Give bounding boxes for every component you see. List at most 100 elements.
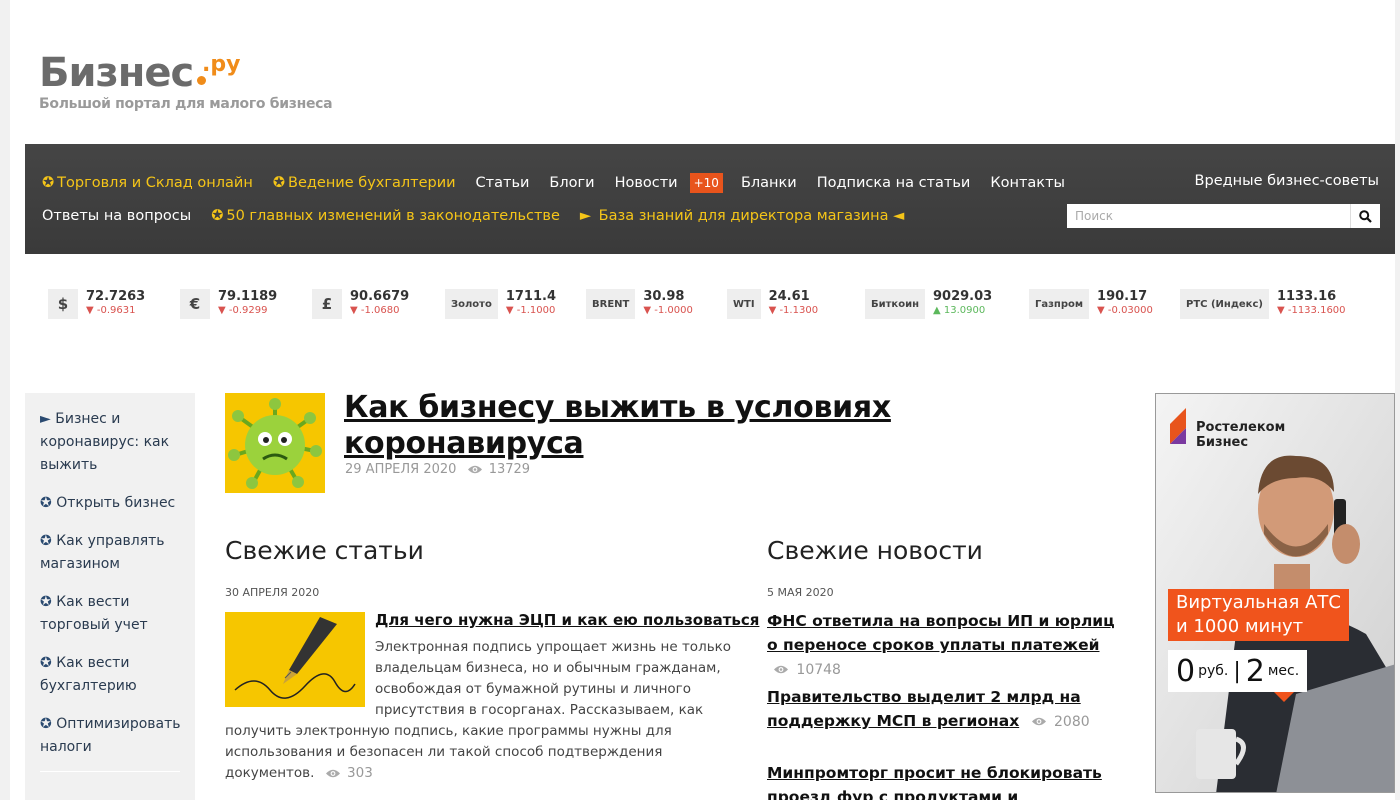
featured-article-title[interactable]: Как бизнесу выжить в условиях коронавиру…	[344, 390, 904, 462]
page: Бизнес .ру Большой портал для малого биз…	[0, 0, 1400, 800]
logo-dot	[197, 76, 207, 85]
arrow-down-icon: ▼	[505, 305, 517, 316]
news-views: 10748	[796, 662, 841, 678]
featured-views: 13729	[488, 462, 531, 477]
ticker-symbol: РТС (Индекс)	[1180, 289, 1269, 319]
arrow-right-icon: ►	[40, 411, 51, 427]
sidebar-item-taxes[interactable]: ✪ Оптимизировать налоги	[40, 713, 195, 759]
featured-article-meta: 29 АПРЕЛЯ 2020 13729	[345, 462, 530, 477]
sidebar: ► Бизнес и коронавирус: как выжить ✪ Отк…	[25, 393, 195, 800]
nav-item-knowledge-base[interactable]: ► База знаний для директора магазина ◄	[580, 208, 904, 224]
nav-item-bad-advice[interactable]: Вредные бизнес-советы	[1195, 173, 1379, 189]
ad-banner[interactable]: Ростелеком Бизнес Виртуальная АТС и 1000…	[1155, 393, 1395, 793]
ticker-change: 13.0900	[943, 305, 986, 316]
main-navigation: ✪ Торговля и Склад онлайн ✪ Ведение бухгал…	[25, 144, 1395, 254]
star-icon: ✪	[42, 175, 55, 191]
virus-illustration	[225, 393, 325, 493]
nav-item-subscribe[interactable]: Подписка на статьи	[817, 175, 971, 191]
ticker-symbol: Биткоин	[865, 289, 925, 319]
nav-item-blogs[interactable]: Блоги	[549, 175, 594, 191]
ticker-value: 30.98	[643, 289, 685, 304]
ticker-value: 90.6679	[350, 289, 410, 304]
star-icon: ✪	[40, 716, 52, 732]
ticker-change: -0.03000	[1107, 305, 1153, 316]
arrow-down-icon: ▼	[350, 305, 361, 316]
star-icon: ✪	[40, 533, 52, 549]
nav-item-accounting[interactable]: ✪ Ведение бухгалтерии	[273, 175, 456, 191]
site-logo[interactable]: Бизнес .ру Большой портал для малого биз…	[39, 50, 333, 112]
ticker-change: -1133.1600	[1287, 305, 1346, 316]
nav-item-answers[interactable]: Ответы на вопросы	[42, 208, 191, 224]
news-count-badge: +10	[689, 173, 723, 193]
ticker-item-eur: € 79.1189 ▼ -0.9299	[180, 289, 277, 319]
arrow-down-icon: ▼	[1276, 305, 1288, 316]
ticker-value: 1133.16	[1276, 289, 1337, 304]
featured-image[interactable]	[225, 393, 325, 493]
ticker-value: 72.7263	[86, 289, 146, 304]
news-item: ФНС ответила на вопросы ИП и юрлиц о пер…	[767, 609, 1127, 682]
search-icon	[1359, 209, 1372, 223]
nav-row-secondary: Ответы на вопросы ✪ 50 главных изменений …	[42, 208, 924, 224]
news-item: Минпромторг просит не блокировать проезд…	[767, 761, 1127, 800]
news-date: 5 МАЯ 2020	[767, 586, 834, 599]
ticker-symbol: Золото	[445, 289, 498, 319]
ticker-value: 9029.03	[933, 289, 993, 304]
market-ticker: $ 72.7263 ▼ -0.9631 € 79.1189 ▼ -0.9299 £ …	[48, 289, 1348, 321]
arrow-down-icon: ▼	[643, 305, 655, 316]
eye-icon	[325, 769, 340, 777]
nav-item-news[interactable]: Новости	[615, 175, 678, 191]
news-link[interactable]: Минпромторг просит не блокировать проезд…	[767, 764, 1102, 800]
articles-date: 30 АПРЕЛЯ 2020	[225, 586, 320, 599]
ticker-item-gbp: £ 90.6679 ▼ -1.0680	[312, 289, 409, 319]
ticker-change: -1.1000	[516, 305, 556, 316]
ticker-item-brent: BRENT 30.98 ▼ -1.0000	[586, 289, 693, 319]
search-button[interactable]	[1350, 204, 1380, 228]
logo-tagline: Большой портал для малого бизнеса	[39, 96, 333, 112]
ad-brand-line2: Бизнес	[1196, 435, 1249, 450]
arrow-right-icon: ►	[579, 208, 592, 224]
ticker-value: 79.1189	[218, 289, 278, 304]
ticker-symbol: BRENT	[586, 289, 636, 319]
ad-period-big: 2	[1245, 653, 1265, 689]
ad-headline-line2: и 1000 минут	[1176, 616, 1304, 637]
ticker-change: -1.0680	[360, 305, 400, 316]
ticker-item-usd: $ 72.7263 ▼ -0.9631	[48, 289, 145, 319]
ticker-change: -1.1300	[779, 305, 819, 316]
arrow-down-icon: ▼	[768, 305, 780, 316]
ticker-symbol: Газпром	[1029, 289, 1090, 319]
news-views: 2080	[1054, 714, 1090, 730]
sidebar-item-manage-store[interactable]: ✪ Как управлять магазином	[40, 530, 195, 576]
nav-item-forms[interactable]: Бланки	[741, 175, 797, 191]
arrow-left-icon: ◄	[893, 208, 905, 224]
ticker-item-rts: РТС (Индекс) 1133.16 ▼ -1133.1600	[1180, 289, 1346, 319]
sidebar-item-trade-accounting[interactable]: ✪ Как вести торговый учет	[40, 591, 195, 637]
ticker-value: 190.17	[1097, 289, 1148, 304]
nav-item-articles[interactable]: Статьи	[476, 175, 530, 191]
ticker-item-wti: WTI 24.61 ▼ -1.1300	[727, 289, 818, 319]
scrollbar[interactable]	[1395, 0, 1400, 800]
ticker-change: -0.9299	[228, 305, 268, 316]
ticker-symbol: €	[180, 289, 210, 319]
sidebar-item-open-business[interactable]: ✪ Открыть бизнес	[40, 492, 195, 515]
nav-item-law-changes[interactable]: ✪ 50 главных изменений в законодательстве	[211, 208, 560, 224]
eye-icon	[467, 465, 482, 474]
nav-item-contacts[interactable]: Контакты	[990, 175, 1065, 191]
ticker-symbol: £	[312, 289, 342, 319]
news-heading: Свежие новости	[767, 536, 983, 565]
article-title[interactable]: Для чего нужна ЭЦП и как ею пользоваться	[375, 611, 759, 629]
ticker-item-gazprom: Газпром 190.17 ▼ -0.03000	[1029, 289, 1153, 319]
search-bar	[1067, 204, 1380, 228]
news-item: Правительство выделит 2 млрд на поддержк…	[767, 685, 1127, 734]
search-input[interactable]	[1067, 204, 1350, 228]
ticker-symbol: $	[48, 289, 78, 319]
sidebar-item-coronavirus[interactable]: ► Бизнес и коронавирус: как выжить	[40, 408, 195, 477]
ad-brand-line1: Ростелеком	[1196, 420, 1286, 435]
news-link[interactable]: ФНС ответила на вопросы ИП и юрлиц о пер…	[767, 612, 1115, 654]
ad-headline-line1: Виртуальная АТС	[1176, 592, 1341, 613]
sidebar-divider	[40, 771, 180, 772]
star-icon: ✪	[40, 594, 52, 610]
sidebar-item-bookkeeping[interactable]: ✪ Как вести бухгалтерию	[40, 652, 195, 698]
star-icon: ✪	[40, 495, 52, 511]
nav-item-trade[interactable]: ✪ Торговля и Склад онлайн	[42, 175, 253, 191]
ticker-symbol: WTI	[727, 289, 761, 319]
